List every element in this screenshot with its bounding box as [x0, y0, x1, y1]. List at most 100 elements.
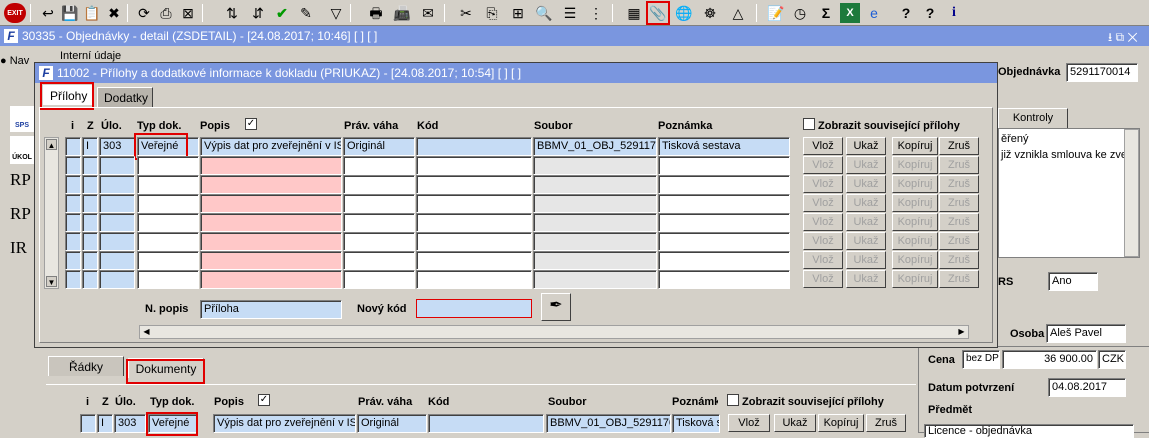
- row-4-cell-8[interactable]: [533, 194, 657, 213]
- row-4-button-1[interactable]: Vlož: [803, 194, 843, 212]
- fax-icon[interactable]: 📠: [392, 3, 412, 23]
- outer-vloz-button[interactable]: Vlož: [728, 414, 770, 432]
- row-3-cell-2[interactable]: [82, 175, 98, 194]
- outer-related-checkbox[interactable]: [727, 394, 739, 406]
- tree-icon[interactable]: ⊞: [508, 3, 528, 23]
- row-2-button-2[interactable]: Ukaž: [846, 156, 886, 174]
- tab-dodatky[interactable]: Dodatky: [97, 87, 153, 107]
- row-7-cell-1[interactable]: [65, 251, 81, 270]
- excel-icon[interactable]: X: [840, 3, 860, 23]
- back-icon[interactable]: ↩: [38, 3, 58, 23]
- row-8-cell-7[interactable]: [416, 270, 532, 289]
- row-7-button-2[interactable]: Ukaž: [846, 251, 886, 269]
- row-kod[interactable]: [416, 137, 532, 156]
- task-icon[interactable]: ÚKOL: [10, 136, 34, 164]
- mail-icon[interactable]: ✉: [418, 3, 438, 23]
- outer-kopiruj-button[interactable]: Kopíruj: [818, 414, 864, 432]
- help-icon[interactable]: ?: [896, 3, 916, 23]
- sort-icon[interactable]: ⇅: [222, 3, 242, 23]
- row-2-cell-2[interactable]: [82, 156, 98, 175]
- row-5-cell-5[interactable]: [200, 213, 342, 232]
- zrus-button[interactable]: Zruš: [939, 137, 979, 155]
- row-z[interactable]: I: [82, 137, 98, 156]
- row-4-cell-2[interactable]: [82, 194, 98, 213]
- row-4-cell-7[interactable]: [416, 194, 532, 213]
- outer-row-popis[interactable]: Výpis dat pro zveřejnění v IS: [213, 414, 356, 433]
- row-4-cell-5[interactable]: [200, 194, 342, 213]
- cancel-icon[interactable]: ⊠: [178, 3, 198, 23]
- row-7-cell-2[interactable]: [82, 251, 98, 270]
- row-3-button-4[interactable]: Zruš: [939, 175, 979, 193]
- tab-radky[interactable]: Řádky: [48, 356, 124, 376]
- row-3-cell-1[interactable]: [65, 175, 81, 194]
- row-6-button-3[interactable]: Kopíruj: [892, 232, 938, 250]
- row-7-cell-3[interactable]: [99, 251, 135, 270]
- row-7-cell-8[interactable]: [533, 251, 657, 270]
- row-2-cell-7[interactable]: [416, 156, 532, 175]
- outer-row-soubor[interactable]: BBMV_01_OBJ_5291170: [546, 414, 671, 433]
- row-3-cell-8[interactable]: [533, 175, 657, 194]
- grid-scrollbar[interactable]: ▲ ▼: [44, 137, 59, 289]
- info-icon[interactable]: i: [944, 3, 964, 23]
- row-2-cell-6[interactable]: [343, 156, 415, 175]
- ir-icon[interactable]: IR: [10, 238, 34, 266]
- row-6-cell-2[interactable]: [82, 232, 98, 251]
- outer-ukaz-button[interactable]: Ukaž: [774, 414, 816, 432]
- row-2-cell-1[interactable]: [65, 156, 81, 175]
- row-3-cell-3[interactable]: [99, 175, 135, 194]
- horizontal-scrollbar[interactable]: ◀ ▶: [139, 325, 969, 339]
- row-3-cell-6[interactable]: [343, 175, 415, 194]
- cena-field[interactable]: 36 900.00: [1002, 350, 1097, 369]
- row-6-cell-1[interactable]: [65, 232, 81, 251]
- row-6-button-1[interactable]: Vlož: [803, 232, 843, 250]
- row-5-cell-2[interactable]: [82, 213, 98, 232]
- row-6-cell-6[interactable]: [343, 232, 415, 251]
- row-8-cell-2[interactable]: [82, 270, 98, 289]
- row-8-cell-1[interactable]: [65, 270, 81, 289]
- row-5-cell-9[interactable]: [658, 213, 790, 232]
- row-6-cell-9[interactable]: [658, 232, 790, 251]
- check-icon[interactable]: ✔: [272, 3, 292, 23]
- scroll-left-icon[interactable]: ◀: [141, 327, 152, 337]
- row-3-button-2[interactable]: Ukaž: [846, 175, 886, 193]
- row-8-button-2[interactable]: Ukaž: [846, 270, 886, 288]
- outer-row-poznamka[interactable]: Tisková s: [672, 414, 720, 433]
- osoba-field[interactable]: Aleš Pavel: [1046, 324, 1126, 343]
- popis-checkbox[interactable]: ✓: [245, 118, 257, 130]
- row-8-cell-3[interactable]: [99, 270, 135, 289]
- n-popis-field[interactable]: Příloha: [200, 300, 342, 319]
- row-7-cell-4[interactable]: [137, 251, 199, 270]
- row-4-button-4[interactable]: Zruš: [939, 194, 979, 212]
- related-checkbox[interactable]: [803, 118, 815, 130]
- row-5-cell-6[interactable]: [343, 213, 415, 232]
- kopiruj-button[interactable]: Kopíruj: [892, 137, 938, 155]
- row-i[interactable]: [65, 137, 81, 156]
- row-2-cell-5[interactable]: [200, 156, 342, 175]
- help-context-icon[interactable]: ?: [920, 3, 940, 23]
- rs-field[interactable]: Ano: [1048, 272, 1098, 291]
- sort-desc-icon[interactable]: ⇵: [248, 3, 268, 23]
- datum-field[interactable]: 04.08.2017: [1048, 378, 1126, 397]
- outer-row-z[interactable]: I: [97, 414, 113, 433]
- row-8-button-3[interactable]: Kopíruj: [892, 270, 938, 288]
- outer-row-ulo[interactable]: 303: [114, 414, 146, 433]
- row-3-cell-9[interactable]: [658, 175, 790, 194]
- browser-icon[interactable]: e: [864, 3, 884, 23]
- clock-icon[interactable]: ◷: [790, 3, 810, 23]
- scroll-down-icon[interactable]: ▼: [46, 276, 57, 287]
- save-icon[interactable]: 💾: [60, 3, 80, 23]
- row-4-cell-1[interactable]: [65, 194, 81, 213]
- binoculars-icon[interactable]: 🔍: [534, 3, 554, 23]
- outer-row-kod[interactable]: [428, 414, 544, 433]
- row-4-button-3[interactable]: Kopíruj: [892, 194, 938, 212]
- outer-row-prav[interactable]: Originál: [357, 414, 427, 433]
- row-8-cell-8[interactable]: [533, 270, 657, 289]
- outer-zrus-button[interactable]: Zruš: [866, 414, 906, 432]
- sum-icon[interactable]: Σ: [816, 3, 836, 23]
- scroll-up-icon[interactable]: ▲: [46, 139, 57, 150]
- novy-kod-field[interactable]: [416, 299, 532, 318]
- row-4-cell-3[interactable]: [99, 194, 135, 213]
- delete-icon[interactable]: ✖: [104, 3, 124, 23]
- row-4-cell-9[interactable]: [658, 194, 790, 213]
- row-popis[interactable]: Výpis dat pro zveřejnění v IS: [200, 137, 342, 156]
